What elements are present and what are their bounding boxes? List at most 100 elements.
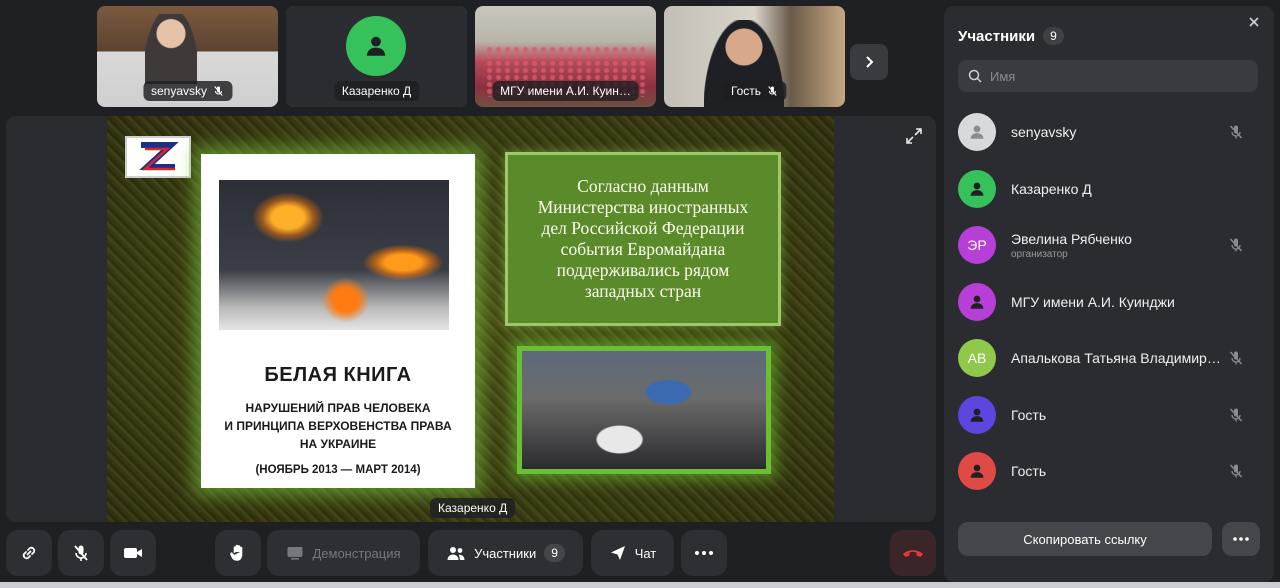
z-logo xyxy=(125,136,191,178)
participant-row[interactable]: АВ Апалькова Татьяна Владимировна xyxy=(944,330,1274,387)
avatar: АВ xyxy=(958,339,996,378)
more-icon xyxy=(1233,537,1249,541)
panel-title: Участники 9 xyxy=(958,27,1064,45)
person-icon xyxy=(366,36,386,56)
search-input[interactable] xyxy=(990,68,1240,84)
participant-name: МГУ имени А.И. Куин… xyxy=(500,84,631,98)
participants-label: Участники xyxy=(474,545,537,561)
thumbnail-senyavsky[interactable]: senyavsky xyxy=(97,6,278,107)
mic-off-indicator xyxy=(1228,407,1244,423)
hang-up-button[interactable] xyxy=(890,530,936,576)
video-conference-app: senyavsky Казаренко Д МГУ имени А.И. Куи… xyxy=(0,0,1280,588)
raise-hand-button[interactable] xyxy=(215,530,261,576)
avatar xyxy=(958,452,996,491)
avatar-initials: ЭР xyxy=(967,237,987,254)
presentation-slide: БЕЛАЯ КНИГА НАРУШЕНИЙ ПРАВ ЧЕЛОВЕКА И ПР… xyxy=(107,116,834,522)
thumbnail-label: Казаренко Д xyxy=(333,81,420,101)
speaker-name-label: Казаренко Д xyxy=(430,498,516,518)
avatar: ЭР xyxy=(958,226,996,265)
book-title: БЕЛАЯ КНИГА xyxy=(264,364,412,386)
participant-row[interactable]: ЭР Эвелина Рябченко организатор xyxy=(944,217,1274,274)
mic-off-icon xyxy=(1229,351,1243,365)
participant-row[interactable]: senyavsky xyxy=(944,104,1274,161)
avatar xyxy=(346,16,406,76)
hand-icon xyxy=(230,544,243,561)
participant-name: Казаренко Д xyxy=(1011,180,1092,197)
participant-name: senyavsky xyxy=(150,84,208,98)
participants-list: senyavsky Казаренко Д ЭР Эвелина Рябченко ор… xyxy=(944,104,1274,514)
participant-role: организатор xyxy=(1011,248,1068,260)
link-button[interactable] xyxy=(6,530,52,576)
screen-share-icon xyxy=(287,547,303,560)
avatar xyxy=(958,395,996,434)
mic-off-indicator xyxy=(1228,463,1244,479)
mic-off-icon xyxy=(1229,238,1243,252)
close-icon xyxy=(1249,17,1259,27)
phone-hangup-icon xyxy=(903,550,923,557)
panel-title-text: Участники xyxy=(958,27,1036,45)
sidebar-more-button[interactable] xyxy=(1222,522,1260,556)
slide-photo xyxy=(517,346,771,474)
main-stage[interactable]: БЕЛАЯ КНИГА НАРУШЕНИЙ ПРАВ ЧЕЛОВЕКА И ПР… xyxy=(6,116,936,522)
copy-link-button[interactable]: Скопировать ссылку xyxy=(958,522,1212,556)
participant-name: Гость xyxy=(730,84,762,98)
participant-name: Казаренко Д xyxy=(341,84,412,98)
person-icon xyxy=(970,408,984,422)
avatar xyxy=(958,113,996,152)
camera-button[interactable] xyxy=(110,530,156,576)
book-cover-photo xyxy=(219,180,449,330)
screen-share-label: Демонстрация xyxy=(312,545,401,561)
book-date: (НОЯБРЬ 2013 — МАРТ 2014) xyxy=(255,464,421,476)
avatar xyxy=(958,282,996,321)
slide-text-box: Согласно данным Министерства иностранных… xyxy=(505,152,781,326)
book-cover: БЕЛАЯ КНИГА НАРУШЕНИЙ ПРАВ ЧЕЛОВЕКА И ПР… xyxy=(201,154,475,488)
participants-count-badge: 9 xyxy=(544,544,565,562)
z-symbol-icon xyxy=(139,142,179,171)
participant-row[interactable]: МГУ имени А.И. Куинджи xyxy=(944,274,1274,331)
microphone-button[interactable] xyxy=(58,530,104,576)
book-subtitle: НАРУШЕНИЙ ПРАВ ЧЕЛОВЕКА И ПРИНЦИПА ВЕРХО… xyxy=(224,401,452,451)
more-icon xyxy=(695,551,713,555)
thumbnail-guest[interactable]: Гость xyxy=(664,6,845,107)
participant-name: Апалькова Татьяна Владимировна xyxy=(1011,350,1221,367)
mic-off-icon xyxy=(767,86,777,96)
camera-icon xyxy=(124,548,142,558)
expand-icon xyxy=(906,128,922,144)
thumbnail-label: Гость xyxy=(722,81,787,101)
avatar-initials: АВ xyxy=(967,350,987,367)
participant-row[interactable]: Гость xyxy=(944,387,1274,444)
people-icon xyxy=(447,547,465,560)
slide-text: Согласно данным Министерства иностранных… xyxy=(537,176,749,301)
thumbnail-label: МГУ имени А.И. Куин… xyxy=(492,81,639,101)
participants-panel: Участники 9 senyavsky Казаренко Д ЭР Эвелин… xyxy=(944,6,1274,582)
person-icon xyxy=(970,182,984,196)
mic-off-indicator xyxy=(1228,237,1244,253)
chat-button[interactable]: Чат xyxy=(591,530,674,576)
mic-off-icon xyxy=(1229,125,1243,139)
person-icon xyxy=(970,464,984,478)
participant-name: Эвелина Рябченко xyxy=(1011,230,1132,247)
chat-label: Чат xyxy=(634,545,657,561)
bottom-toolbar: Демонстрация Участники 9 Чат xyxy=(0,528,940,578)
mic-off-icon xyxy=(1229,464,1243,478)
more-options-button[interactable] xyxy=(681,530,727,576)
participant-row[interactable]: Гость xyxy=(944,443,1274,500)
thumbnail-mgu[interactable]: МГУ имени А.И. Куин… xyxy=(475,6,656,107)
next-thumbnails-button[interactable] xyxy=(850,44,888,80)
participant-name: senyavsky xyxy=(1011,124,1077,141)
participant-name: Гость xyxy=(1011,406,1047,423)
participants-button[interactable]: Участники 9 xyxy=(428,530,583,576)
thumbnail-kazarenko[interactable]: Казаренко Д xyxy=(286,6,467,107)
chevron-right-icon xyxy=(866,56,874,68)
screen-share-button[interactable]: Демонстрация xyxy=(267,530,420,576)
participant-name: МГУ имени А.И. Куинджи xyxy=(1011,293,1175,310)
person-icon xyxy=(970,295,984,309)
thumbnail-strip: senyavsky Казаренко Д МГУ имени А.И. Куи… xyxy=(97,6,845,107)
close-panel-button[interactable] xyxy=(1246,14,1262,30)
expand-button[interactable] xyxy=(902,124,926,148)
mic-off-icon xyxy=(1229,408,1243,422)
participant-search[interactable] xyxy=(958,60,1258,92)
participants-count-badge: 9 xyxy=(1043,27,1064,45)
participant-row[interactable]: Казаренко Д xyxy=(944,161,1274,218)
mic-off-indicator xyxy=(1228,124,1244,140)
